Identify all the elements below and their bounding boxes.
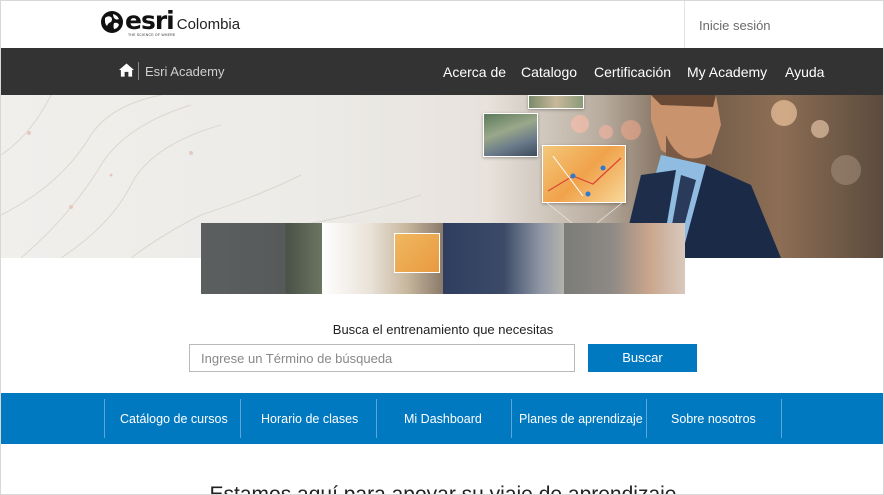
bokeh-light	[599, 125, 613, 139]
subnav-divider	[511, 399, 512, 438]
screen-stand	[546, 203, 623, 224]
floating-screen	[483, 113, 538, 157]
bokeh-light	[831, 155, 861, 185]
main-nav: Esri Academy Acerca de Catalogo Certific…	[1, 48, 883, 95]
subnav-item-dashboard[interactable]: Mi Dashboard	[404, 412, 482, 426]
sub-nav: Catálogo de cursos Horario de clases Mi …	[1, 393, 883, 444]
subnav-item-sobre[interactable]: Sobre nosotros	[671, 412, 756, 426]
esri-logo[interactable]: esri Colombia THE SCIENCE OF WHERE	[100, 6, 241, 37]
nav-item-my-academy[interactable]: My Academy	[687, 64, 767, 80]
bokeh-light	[571, 115, 589, 133]
tile-image	[201, 223, 322, 294]
subnav-divider	[781, 399, 782, 438]
nav-item-catalogo[interactable]: Catalogo	[521, 64, 577, 80]
section-heading: Estamos aquí para apoyar su viaje de apr…	[209, 483, 677, 495]
nav-item-ayuda[interactable]: Ayuda	[785, 64, 824, 80]
subnav-divider	[104, 399, 105, 438]
page: esri Colombia THE SCIENCE OF WHERE Inici…	[0, 0, 884, 495]
search-button[interactable]: Buscar	[588, 344, 697, 372]
tile-image	[443, 223, 564, 294]
logo-tagline: THE SCIENCE OF WHERE	[128, 33, 176, 37]
logo-country: Colombia	[176, 16, 241, 33]
brand-bar: esri Colombia THE SCIENCE OF WHERE Inici…	[1, 1, 883, 48]
floating-screen	[528, 95, 584, 109]
tile-map-thumb	[394, 233, 440, 273]
subnav-divider	[646, 399, 647, 438]
tile-image	[564, 223, 685, 294]
hero-tiles	[201, 223, 685, 294]
globe-icon	[101, 11, 123, 33]
subnav-item-horario[interactable]: Horario de clases	[261, 412, 358, 426]
nav-divider	[138, 62, 139, 80]
floating-map-screen	[542, 145, 626, 203]
search-title: Busca el entrenamiento que necesitas	[332, 322, 554, 337]
subnav-item-planes[interactable]: Planes de aprendizaje	[519, 412, 643, 426]
nav-item-acerca[interactable]: Acerca de	[443, 64, 506, 80]
subnav-divider	[240, 399, 241, 438]
academy-link[interactable]: Esri Academy	[145, 64, 224, 79]
login-area: Inicie sesión	[684, 1, 883, 48]
subnav-item-catalogo-cursos[interactable]: Catálogo de cursos	[120, 412, 228, 426]
subnav-divider	[376, 399, 377, 438]
search-input[interactable]: Ingrese un Término de búsqueda	[189, 344, 575, 372]
map-route-graphic	[547, 155, 622, 197]
tile-image	[322, 223, 443, 294]
nav-item-certificacion[interactable]: Certificación	[594, 64, 671, 80]
login-link[interactable]: Inicie sesión	[699, 18, 771, 33]
home-icon[interactable]	[119, 63, 134, 77]
logo-wordmark: esri	[125, 6, 175, 35]
